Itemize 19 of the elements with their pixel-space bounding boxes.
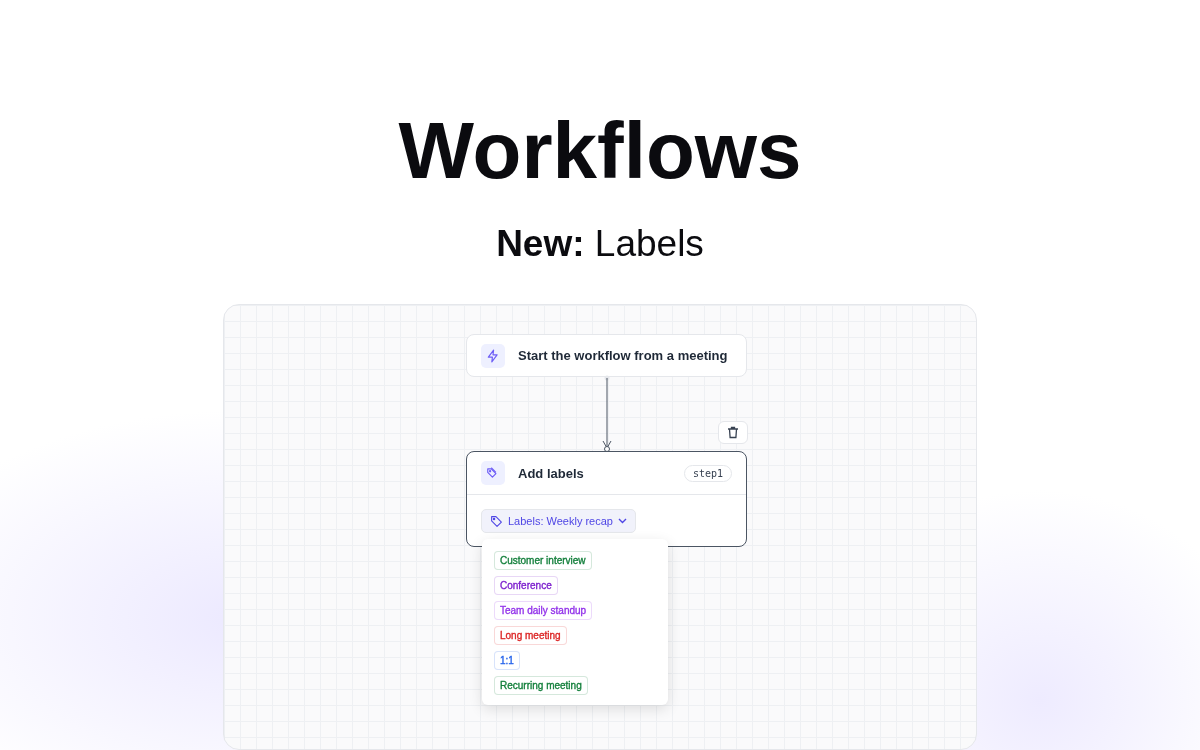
labels-dropdown-button[interactable]: Labels: Weekly recap bbox=[481, 509, 636, 533]
label-tag[interactable]: Long meeting bbox=[494, 626, 567, 645]
label-tag[interactable]: Recurring meeting bbox=[494, 676, 588, 695]
label-tag[interactable]: 1:1 bbox=[494, 651, 520, 670]
tags-icon bbox=[481, 461, 505, 485]
chevron-down-icon bbox=[617, 518, 627, 524]
node-label: Start the workflow from a meeting bbox=[518, 348, 728, 363]
label-tag[interactable]: Customer interview bbox=[494, 551, 592, 570]
trigger-node[interactable]: Start the workflow from a meeting bbox=[466, 334, 747, 377]
label-tag[interactable]: Conference bbox=[494, 576, 558, 595]
delete-button[interactable] bbox=[718, 421, 748, 444]
label-tag[interactable]: Team daily standup bbox=[494, 601, 593, 620]
lightning-icon bbox=[481, 343, 505, 368]
node-title: Add labels bbox=[518, 465, 584, 481]
page-heading: Workflows bbox=[398, 108, 802, 194]
action-node[interactable]: Add labels step1 Labels: Weekly recap bbox=[466, 451, 747, 547]
page-subheading: New: Labels bbox=[496, 222, 704, 266]
trash-icon bbox=[727, 426, 739, 439]
tag-icon bbox=[490, 514, 503, 528]
